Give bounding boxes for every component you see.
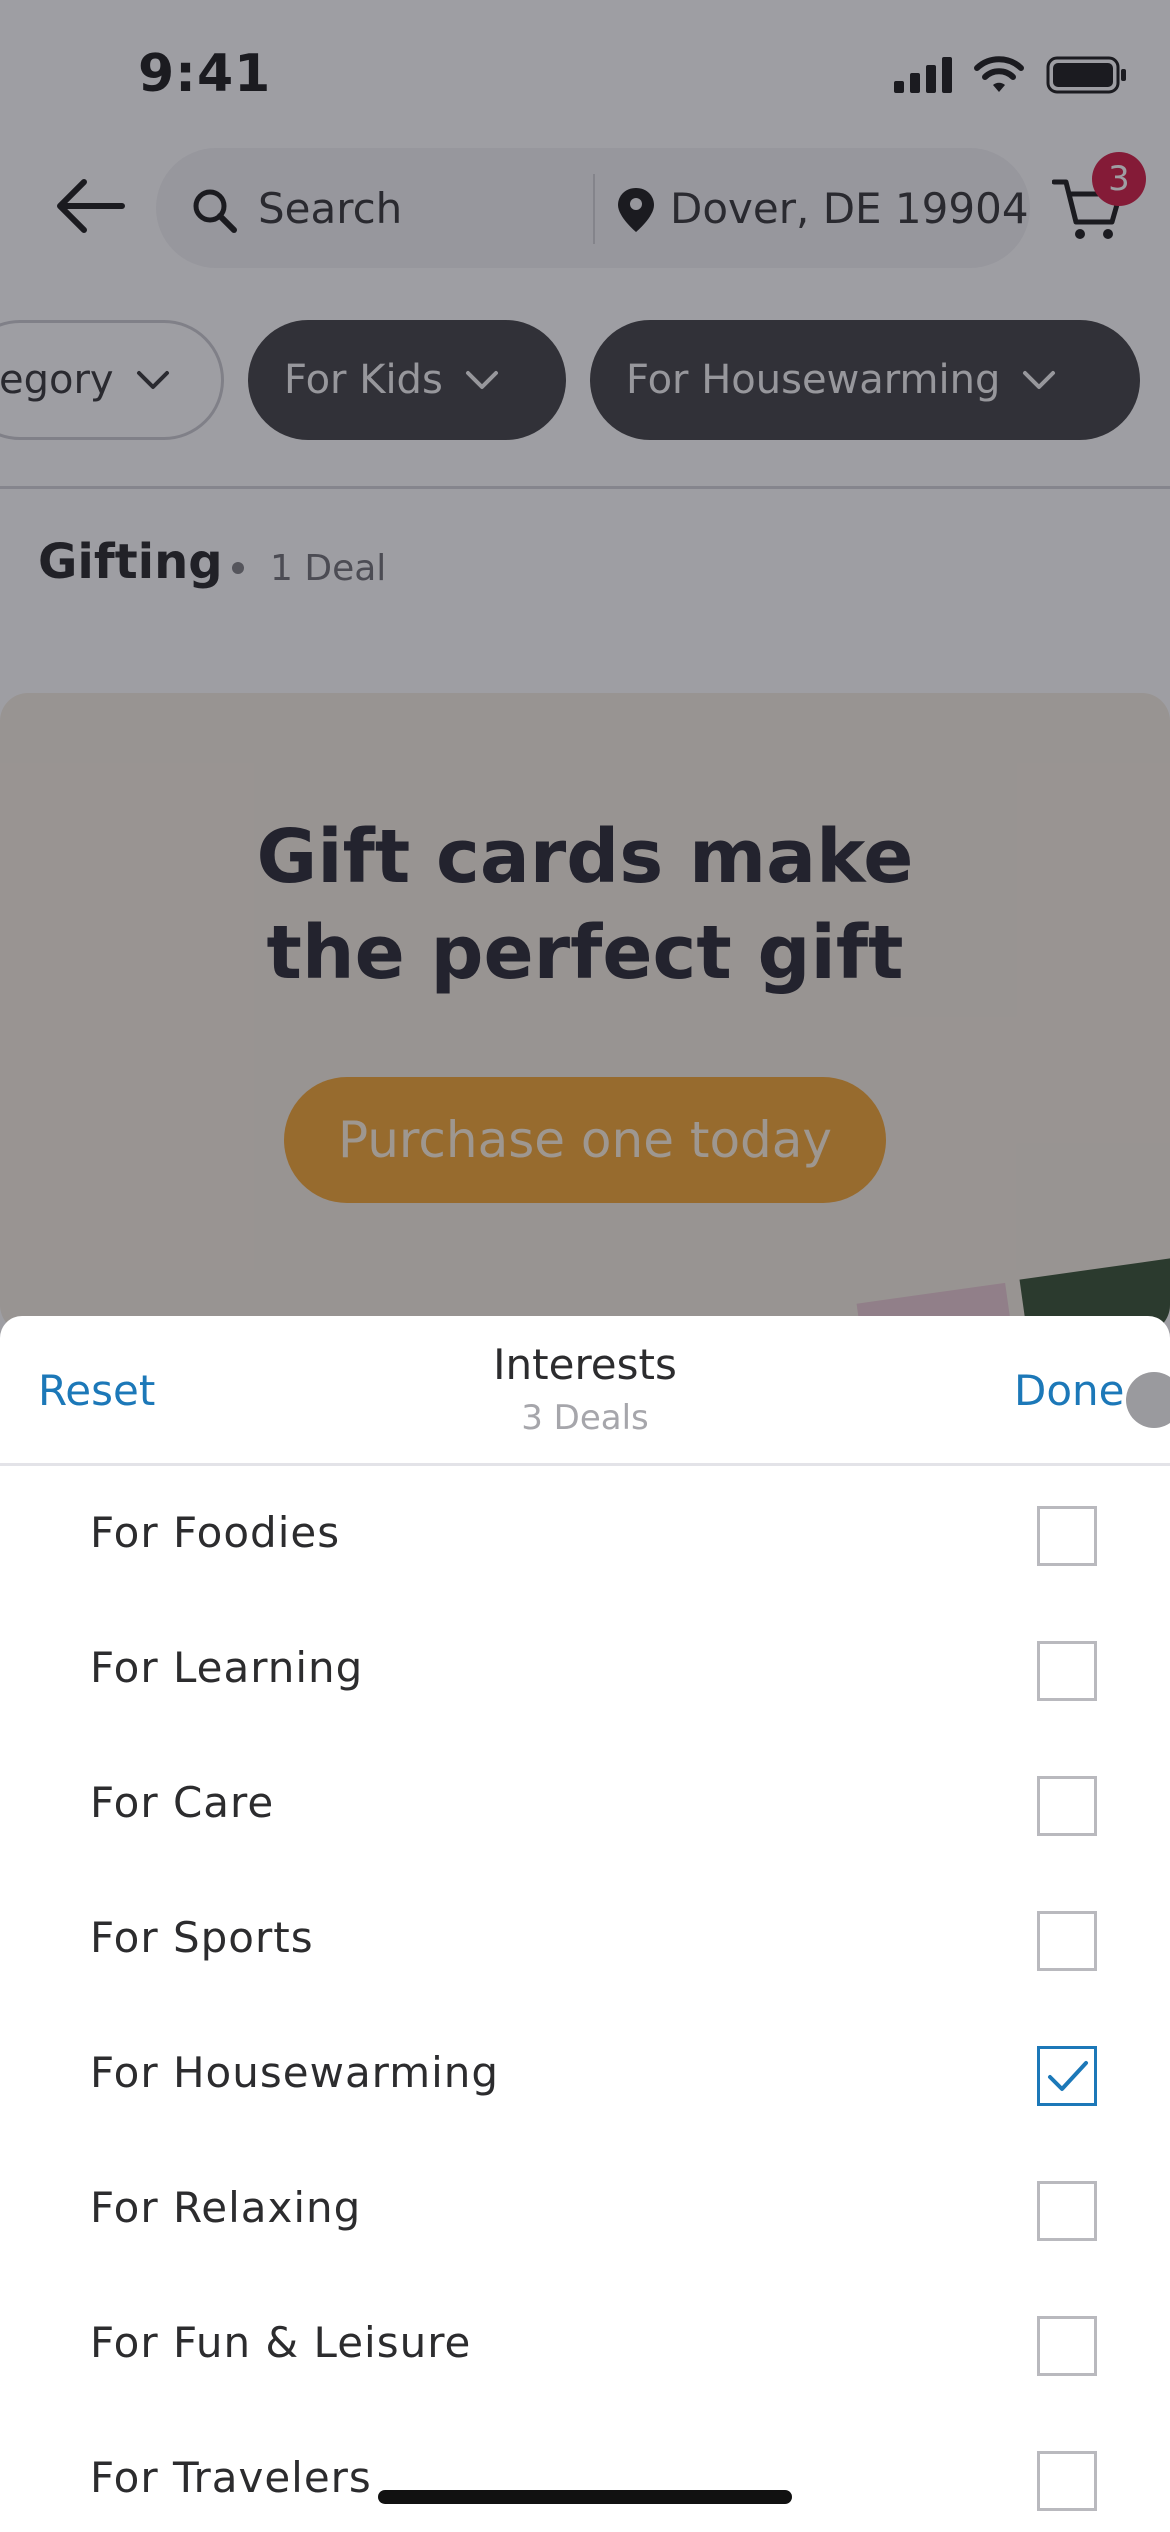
option-label: For Travelers bbox=[90, 2453, 372, 2502]
checkbox[interactable] bbox=[1037, 1641, 1097, 1701]
option-label: For Relaxing bbox=[90, 2183, 362, 2232]
option-label: For Sports bbox=[90, 1913, 314, 1962]
checkbox[interactable] bbox=[1037, 1776, 1097, 1836]
option-for-relaxing[interactable]: For Relaxing bbox=[0, 2143, 1170, 2278]
sheet-title: Interests bbox=[493, 1340, 677, 1389]
option-for-learning[interactable]: For Learning bbox=[0, 1603, 1170, 1738]
checkbox[interactable] bbox=[1037, 1506, 1097, 1566]
option-for-fun-leisure[interactable]: For Fun & Leisure bbox=[0, 2278, 1170, 2413]
sheet-header: Reset Interests 3 Deals Done bbox=[0, 1316, 1170, 1466]
checkbox[interactable] bbox=[1037, 2316, 1097, 2376]
option-label: For Housewarming bbox=[90, 2048, 500, 2097]
sheet-deal-count: 3 Deals bbox=[521, 1398, 649, 1438]
option-for-care[interactable]: For Care bbox=[0, 1738, 1170, 1873]
option-for-travelers[interactable]: For Travelers bbox=[0, 2413, 1170, 2532]
screen: 9:41 Search Dover, DE 19904 3 egory For … bbox=[0, 0, 1170, 2532]
option-label: For Foodies bbox=[90, 1508, 341, 1557]
option-for-sports[interactable]: For Sports bbox=[0, 1873, 1170, 2008]
option-label: For Fun & Leisure bbox=[90, 2318, 472, 2367]
checkbox[interactable] bbox=[1037, 2181, 1097, 2241]
option-for-foodies[interactable]: For Foodies bbox=[0, 1468, 1170, 1603]
option-for-housewarming[interactable]: For Housewarming bbox=[0, 2008, 1170, 2143]
checkbox-checked[interactable] bbox=[1037, 2046, 1097, 2106]
checkbox[interactable] bbox=[1037, 1911, 1097, 1971]
option-label: For Care bbox=[90, 1778, 275, 1827]
home-indicator[interactable] bbox=[378, 2490, 792, 2504]
done-button[interactable]: Done bbox=[1014, 1366, 1125, 1415]
option-label: For Learning bbox=[90, 1643, 364, 1692]
interests-sheet: Reset Interests 3 Deals Done For Foodies… bbox=[0, 1316, 1170, 2532]
checkmark-icon bbox=[1048, 2061, 1088, 2091]
checkbox[interactable] bbox=[1037, 2451, 1097, 2511]
